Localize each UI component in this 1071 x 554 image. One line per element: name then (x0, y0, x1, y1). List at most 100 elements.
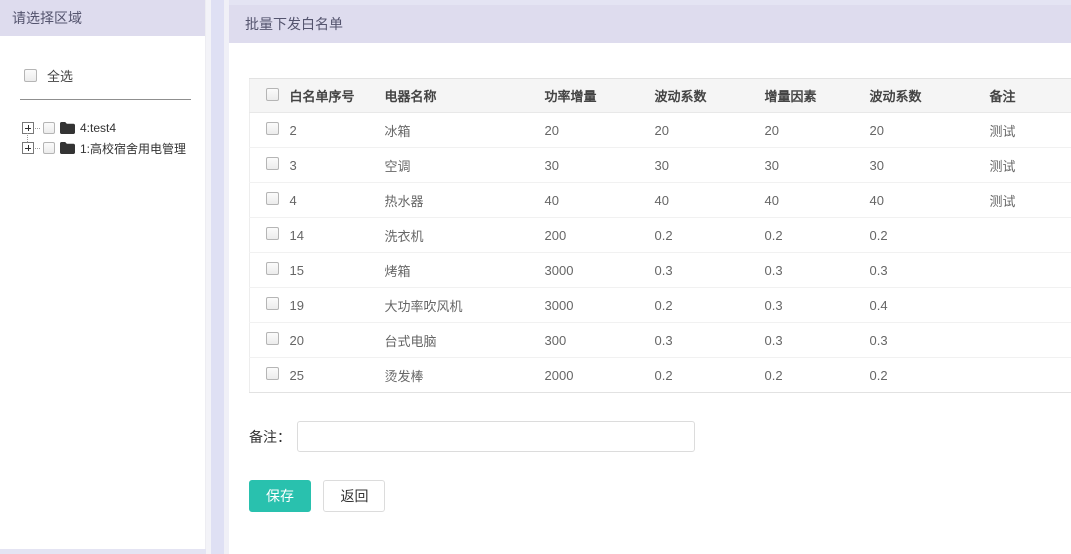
tree-node: 1:高校宿舍用电管理 (22, 138, 205, 158)
table-cell: 4 (290, 183, 385, 218)
table-cell: 30 (545, 148, 655, 183)
row-checkbox[interactable] (266, 262, 279, 275)
tree-connector (35, 128, 40, 129)
table-cell: 2 (290, 113, 385, 148)
row-checkbox[interactable] (266, 227, 279, 240)
table-cell: 3000 (545, 253, 655, 288)
column-header: 波动系数 (655, 79, 765, 113)
table-row: 19大功率吹风机30000.20.30.4 (250, 288, 1071, 323)
table-cell (990, 358, 1071, 393)
table-head: 白名单序号电器名称功率增量波动系数增量因素波动系数备注 (250, 79, 1071, 113)
table-cell: 200 (545, 218, 655, 253)
whitelist-content: 白名单序号电器名称功率增量波动系数增量因素波动系数备注 2冰箱20202020测… (229, 43, 1071, 512)
panel-gap (206, 0, 229, 554)
tree-node-label[interactable]: 4:test4 (80, 121, 116, 135)
table-cell: 20 (765, 113, 870, 148)
tree-node: 4:test4 (22, 118, 205, 138)
table-cell: 30 (655, 148, 765, 183)
row-checkbox-cell (250, 113, 290, 148)
table-cell: 热水器 (385, 183, 545, 218)
row-checkbox[interactable] (266, 157, 279, 170)
table-cell (990, 288, 1071, 323)
region-panel: 请选择区域 全选 4:test41:高校宿舍用电管理 (0, 0, 206, 549)
table-cell: 14 (290, 218, 385, 253)
tree-node-checkbox[interactable] (43, 142, 55, 154)
actions-bar: 保存 返回 (249, 480, 1071, 512)
remark-label: 备注： (249, 427, 291, 447)
table-cell: 0.2 (655, 218, 765, 253)
table-cell: 0.2 (870, 358, 990, 393)
table-cell: 300 (545, 323, 655, 358)
table-cell: 0.3 (765, 253, 870, 288)
table-cell: 冰箱 (385, 113, 545, 148)
table-cell: 0.2 (655, 288, 765, 323)
table-cell: 40 (545, 183, 655, 218)
whitelist-panel: 批量下发白名单 白名单序号电器名称功率增量波动系数增量因素波动系数备注 2冰箱 2… (229, 5, 1071, 554)
select-all-rows-checkbox[interactable] (266, 88, 279, 101)
tree-node-checkbox[interactable] (43, 122, 55, 134)
tree-connector (35, 148, 40, 149)
table-cell (990, 253, 1071, 288)
folder-icon (60, 142, 75, 154)
table-cell: 20 (655, 113, 765, 148)
row-checkbox[interactable] (266, 122, 279, 135)
table-cell: 测试 (990, 148, 1071, 183)
row-checkbox-cell (250, 288, 290, 323)
expand-icon[interactable] (22, 142, 34, 154)
table-cell: 3 (290, 148, 385, 183)
remark-input[interactable] (297, 421, 695, 452)
row-checkbox-cell (250, 183, 290, 218)
page-title: 批量下发白名单 (229, 5, 1071, 43)
table-cell: 空调 (385, 148, 545, 183)
table-row: 14洗衣机2000.20.20.2 (250, 218, 1071, 253)
column-header: 增量因素 (765, 79, 870, 113)
table-cell: 0.3 (655, 323, 765, 358)
table-cell: 0.4 (870, 288, 990, 323)
row-checkbox-cell (250, 148, 290, 183)
row-checkbox[interactable] (266, 367, 279, 380)
table-row: 25烫发棒20000.20.20.2 (250, 358, 1071, 393)
table-cell: 0.2 (870, 218, 990, 253)
save-button[interactable]: 保存 (249, 480, 311, 512)
row-checkbox-cell (250, 323, 290, 358)
app-layout: 请选择区域 全选 4:test41:高校宿舍用电管理 批量下发白名单 白名单序号… (0, 0, 1071, 554)
table-cell: 2000 (545, 358, 655, 393)
column-header: 波动系数 (870, 79, 990, 113)
table-cell: 0.3 (765, 323, 870, 358)
row-checkbox-cell (250, 218, 290, 253)
table-cell (990, 218, 1071, 253)
table-row: 15烤箱30000.30.30.3 (250, 253, 1071, 288)
row-checkbox-cell (250, 253, 290, 288)
folder-icon (60, 122, 75, 134)
select-all-label: 全选 (47, 66, 73, 85)
table-cell: 30 (765, 148, 870, 183)
row-checkbox-cell (250, 358, 290, 393)
table-cell: 0.3 (870, 323, 990, 358)
table-cell: 大功率吹风机 (385, 288, 545, 323)
table-cell: 19 (290, 288, 385, 323)
table-cell: 40 (655, 183, 765, 218)
row-checkbox[interactable] (266, 297, 279, 310)
table-cell: 0.3 (765, 288, 870, 323)
tree-node-label[interactable]: 1:高校宿舍用电管理 (80, 140, 186, 157)
select-all-row: 全选 (24, 66, 205, 85)
table-cell (990, 323, 1071, 358)
table-cell: 0.2 (765, 218, 870, 253)
header-checkbox-cell (250, 79, 290, 113)
region-panel-body: 全选 4:test4 1:高校宿舍用电管理 (0, 36, 205, 158)
table-cell: 0.3 (655, 253, 765, 288)
table-cell: 30 (870, 148, 990, 183)
whitelist-table: 白名单序号电器名称功率增量波动系数增量因素波动系数备注 2冰箱20202020测… (249, 78, 1071, 393)
table-cell: 0.2 (655, 358, 765, 393)
table-row: 2冰箱20202020测试 (250, 113, 1071, 148)
select-all-checkbox[interactable] (24, 69, 37, 82)
row-checkbox[interactable] (266, 192, 279, 205)
expand-icon[interactable] (22, 122, 34, 134)
table-cell: 测试 (990, 113, 1071, 148)
column-header: 功率增量 (545, 79, 655, 113)
back-button[interactable]: 返回 (323, 480, 385, 512)
row-checkbox[interactable] (266, 332, 279, 345)
column-header: 白名单序号 (290, 79, 385, 113)
table-cell: 25 (290, 358, 385, 393)
table-cell: 0.2 (765, 358, 870, 393)
